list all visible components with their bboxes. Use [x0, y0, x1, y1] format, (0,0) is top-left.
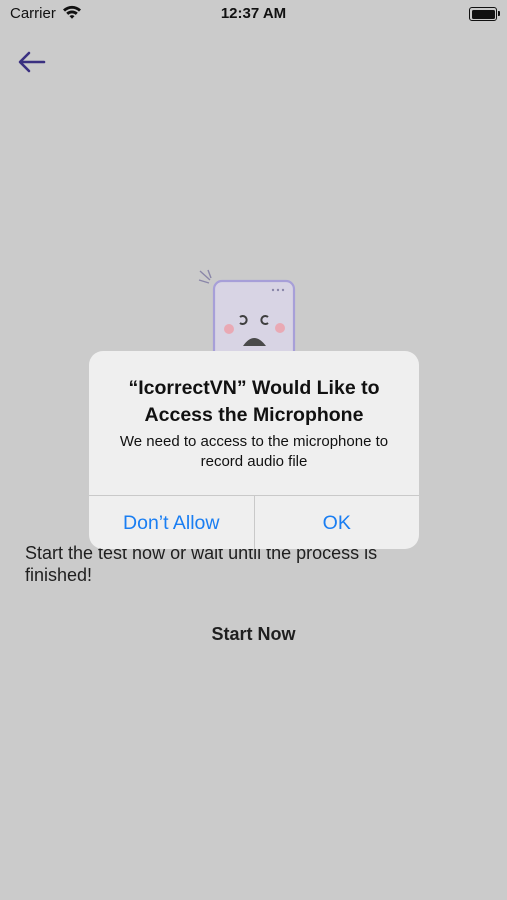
back-button[interactable] [14, 46, 50, 78]
sad-device-illustration [196, 266, 306, 383]
alert-button-row: Don’t Allow OK [89, 495, 419, 549]
microphone-permission-alert: “IcorrectVN” Would Like to Access the Mi… [89, 351, 419, 549]
status-time: 12:37 AM [220, 5, 287, 22]
battery-icon [469, 7, 500, 21]
alert-message: We need to access to the microphone to r… [119, 433, 389, 470]
arrow-left-icon [18, 51, 46, 73]
sad-device-icon [198, 269, 296, 383]
start-now-button[interactable]: Start Now [0, 624, 507, 645]
ok-button[interactable]: OK [253, 496, 420, 549]
status-bar: Carrier 12:37 AM [0, 0, 507, 28]
dont-allow-button[interactable]: Don’t Allow [89, 496, 254, 549]
alert-title: “IcorrectVN” Would Like to Access the Mi… [128, 377, 380, 426]
